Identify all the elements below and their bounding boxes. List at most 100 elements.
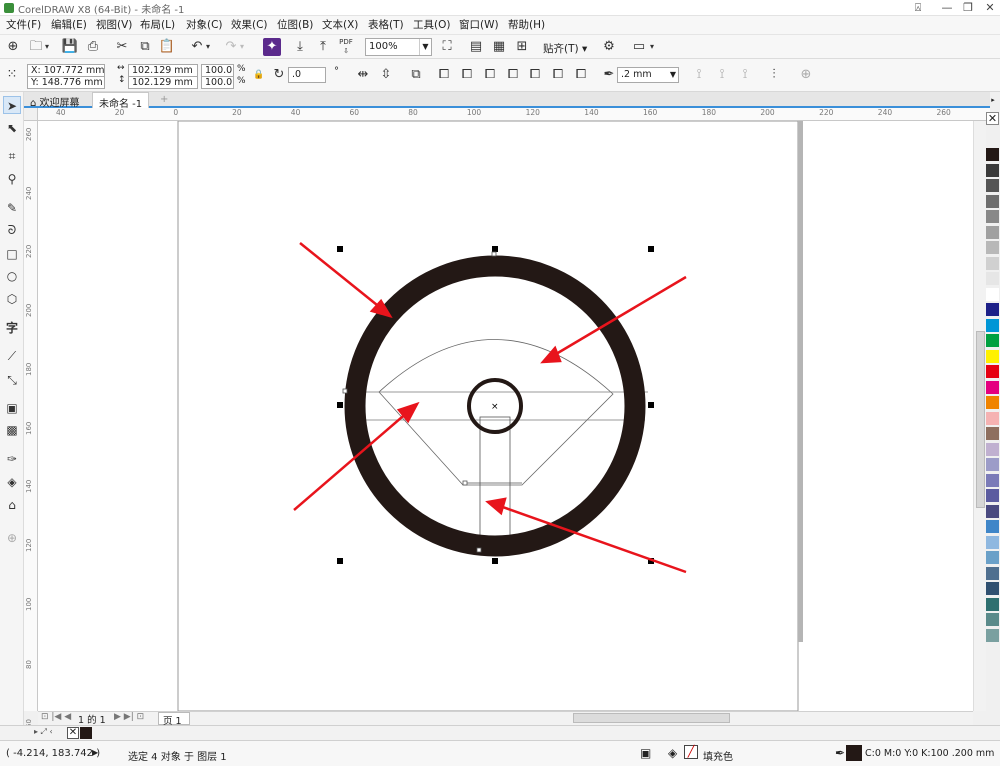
mirror-vertical-icon[interactable]: ⇳ — [377, 66, 395, 84]
copy-icon[interactable]: ⧉ — [136, 38, 154, 56]
color-swatch[interactable] — [986, 287, 999, 301]
paste-icon[interactable]: 📋 — [158, 38, 176, 56]
add-tab-button[interactable]: + — [154, 92, 174, 108]
color-swatch[interactable] — [986, 582, 999, 595]
color-swatch[interactable] — [986, 303, 999, 316]
color-swatch[interactable] — [986, 535, 999, 549]
lock-ratio-icon[interactable]: 🔒 — [250, 66, 268, 84]
color-swatch[interactable] — [986, 427, 999, 440]
options-gear-icon[interactable]: ⚙ — [600, 38, 618, 56]
menu-file[interactable]: 文件(F) — [6, 17, 41, 32]
tab-document[interactable]: 未命名 -1 — [92, 92, 150, 110]
shape-tool-icon[interactable]: ⬉ — [3, 119, 21, 137]
show-rulers-icon[interactable]: ▤ — [467, 38, 485, 56]
color-swatch[interactable] — [986, 225, 999, 239]
chevron-down-icon[interactable]: ▼ — [419, 39, 431, 55]
corel-connect-icon[interactable]: ✦ — [263, 38, 281, 56]
crop-tool-icon[interactable]: ⌗ — [3, 147, 21, 165]
color-swatch[interactable] — [986, 520, 999, 533]
horizontal-scrollbar[interactable] — [573, 713, 730, 723]
outline-color-indicator[interactable] — [846, 745, 862, 761]
y-position-field[interactable]: Y: 148.776 mm — [27, 76, 105, 89]
back-minus-front-icon[interactable]: ⧠ — [549, 66, 567, 84]
color-swatch[interactable] — [986, 489, 999, 502]
color-swatch[interactable] — [986, 504, 999, 518]
artistic-media-tool-icon[interactable]: ᘐ — [3, 221, 21, 239]
zoom-level-select[interactable]: 100% ▼ — [365, 38, 432, 56]
full-screen-icon[interactable]: ⛶ — [438, 38, 456, 56]
restore-button[interactable]: ❐ — [956, 0, 980, 15]
ruler-origin[interactable] — [24, 108, 38, 121]
new-document-icon[interactable]: ⊕ — [4, 38, 22, 56]
color-swatch[interactable] — [986, 163, 999, 177]
menu-table[interactable]: 表格(T) — [368, 17, 404, 32]
print-icon[interactable]: ⎙ — [84, 38, 102, 56]
cut-icon[interactable]: ✂ — [113, 38, 131, 56]
height-field[interactable]: 102.129 mm — [128, 76, 198, 89]
chevron-right-icon[interactable]: ▸ — [986, 96, 1000, 104]
horizontal-ruler[interactable]: 40 20 0 20 40 60 80 100 120 140 160 180 200 220 240 260 — [38, 108, 990, 121]
import-icon[interactable]: ⤓ — [291, 38, 309, 56]
color-swatch[interactable] — [986, 241, 999, 254]
palette-options-icon[interactable]: ▸ ⤢ ‹ — [34, 727, 53, 737]
coordinates-expand-icon[interactable]: ▶ — [92, 748, 98, 757]
fill-none-indicator[interactable]: ╱ — [684, 745, 698, 759]
export-icon[interactable]: ⤒ — [314, 38, 332, 56]
undo-dropdown-icon[interactable]: ▾ — [203, 38, 213, 56]
color-swatch[interactable] — [986, 334, 999, 347]
menu-tools[interactable]: 工具(O) — [413, 17, 450, 32]
page-nav-controls[interactable]: ⊡ |◀ ◀ — [41, 712, 71, 722]
eyedropper-tool-icon[interactable]: ✑ — [3, 450, 21, 468]
menu-window[interactable]: 窗口(W) — [459, 17, 499, 32]
object-origin-icon[interactable]: ⁙ — [3, 66, 21, 84]
polygon-tool-icon[interactable]: ⬡ — [3, 290, 21, 308]
application-launcher-icon[interactable]: ▭ — [630, 38, 648, 56]
page-nav-next-controls[interactable]: ▶ ▶| ⊡ — [114, 712, 144, 722]
page-tab[interactable]: 页 1 — [158, 712, 190, 727]
menu-help[interactable]: 帮助(H) — [508, 17, 545, 32]
color-swatch[interactable] — [986, 349, 999, 363]
rotation-angle-field[interactable]: .0 — [288, 67, 326, 83]
color-swatch[interactable] — [986, 628, 999, 642]
vertical-ruler[interactable]: 260 240 220 200 180 160 140 120 100 80 60 — [24, 121, 38, 728]
intersect-icon[interactable]: ⧠ — [481, 66, 499, 84]
color-swatch[interactable] — [986, 256, 999, 270]
drop-shadow-tool-icon[interactable]: ▣ — [3, 399, 21, 417]
rectangle-tool-icon[interactable]: □ — [3, 245, 21, 263]
no-fill-swatch[interactable]: ✕ — [67, 727, 79, 739]
menu-object[interactable]: 对象(C) — [186, 17, 223, 32]
outline-width-select[interactable]: .2 mm ▼ — [617, 67, 679, 83]
select-tool-icon[interactable]: ➤ — [3, 96, 21, 114]
weld-icon[interactable]: ⧠ — [435, 66, 453, 84]
menu-bitmaps[interactable]: 位图(B) — [277, 17, 313, 32]
account-icon[interactable]: ⍓ — [906, 0, 930, 15]
color-swatch[interactable] — [986, 365, 999, 378]
publish-pdf-icon[interactable]: PDF ⇩ — [337, 38, 355, 56]
black-swatch[interactable] — [80, 727, 92, 739]
tab-welcome-screen[interactable]: ⌂ 欢迎屏幕 — [24, 92, 86, 109]
color-swatch[interactable] — [986, 411, 999, 425]
interactive-fill-tool-icon[interactable]: ◈ — [3, 473, 21, 491]
save-icon[interactable]: 💾 — [61, 38, 79, 56]
front-minus-back-icon[interactable]: ⧠ — [526, 66, 544, 84]
show-guidelines-icon[interactable]: ⊞ — [513, 38, 531, 56]
simplify-icon[interactable]: ⧠ — [504, 66, 522, 84]
color-swatch[interactable] — [986, 442, 999, 456]
vertical-scrollbar[interactable] — [973, 121, 986, 711]
align-distribute-icon[interactable]: ⫶ — [765, 66, 783, 84]
color-swatch[interactable] — [986, 597, 999, 611]
transparency-tool-icon[interactable]: ▩ — [3, 421, 21, 439]
color-swatch[interactable] — [986, 551, 999, 564]
trim-icon[interactable]: ⧠ — [458, 66, 476, 84]
connector-tool-icon[interactable]: ⤡ — [3, 371, 21, 389]
mirror-horizontal-icon[interactable]: ⇹ — [354, 66, 372, 84]
show-grid-icon[interactable]: ▦ — [490, 38, 508, 56]
quick-trace-icon[interactable]: ⟟ — [690, 66, 708, 84]
scale-y-field[interactable]: 100.0 — [201, 76, 234, 89]
palette-scroll-up[interactable]: ▸ ✕ — [986, 96, 1000, 132]
drawing-canvas[interactable]: × — [38, 121, 973, 711]
menu-text[interactable]: 文本(X) — [322, 17, 358, 32]
freehand-tool-icon[interactable]: ✎ — [3, 199, 21, 217]
menu-edit[interactable]: 编辑(E) — [51, 17, 87, 32]
color-swatch[interactable] — [986, 272, 999, 285]
